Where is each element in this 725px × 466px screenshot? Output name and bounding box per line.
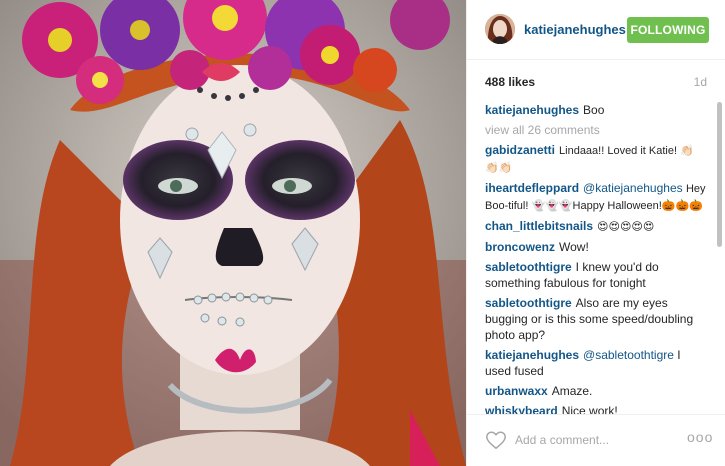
comment-item: sabletoothtigre I knew you'd do something…: [485, 259, 707, 291]
heart-icon[interactable]: [485, 429, 507, 451]
likes-count[interactable]: 488 likes: [485, 75, 535, 89]
comment-mention[interactable]: @sabletoothtigre: [583, 348, 674, 362]
comment-item: urbanwaxx Amaze.: [485, 383, 707, 399]
caption-username[interactable]: katiejanehughes: [485, 103, 579, 117]
comment-username[interactable]: broncowenz: [485, 240, 555, 254]
post-meta: 488 likes 1d: [485, 75, 707, 91]
post-header: katiejanehughes FOLLOWING: [467, 0, 725, 60]
comment-text: Wow!: [559, 240, 589, 254]
post-photo[interactable]: [0, 0, 466, 466]
photo-illustration: [0, 0, 466, 466]
post-details-panel: katiejanehughes FOLLOWING 488 likes 1d k…: [466, 0, 725, 466]
comment-item: sabletoothtigre Also are my eyes bugging …: [485, 295, 707, 343]
more-options-icon[interactable]: ooo: [687, 429, 712, 449]
comment-text: 😍😍😍😍😍: [597, 221, 655, 233]
comment-item: broncowenz Wow!: [485, 239, 707, 255]
post-author-username[interactable]: katiejanehughes: [524, 22, 626, 37]
comment-username[interactable]: iheartdefleppard: [485, 181, 579, 195]
comment-mention[interactable]: @katiejanehughes: [583, 181, 683, 195]
comment-username[interactable]: sabletoothtigre: [485, 296, 572, 310]
caption-text: Boo: [583, 103, 605, 117]
add-comment-input[interactable]: [515, 432, 675, 448]
comment-item: whiskybeard Nice work!: [485, 403, 707, 414]
comment-item: chan_littlebitsnails 😍😍😍😍😍: [485, 218, 707, 235]
caption: katiejanehughes Boo: [485, 102, 707, 118]
comment-text: Amaze.: [551, 384, 593, 398]
post-timestamp[interactable]: 1d: [694, 75, 707, 89]
comment-username[interactable]: katiejanehughes: [485, 348, 579, 362]
comment-item: gabidzanetti Lindaaa!! Loved it Katie! 👏🏻…: [485, 142, 707, 176]
following-button[interactable]: FOLLOWING: [627, 17, 709, 43]
comments-list: katiejanehughes Boo view all 26 comments …: [485, 102, 707, 414]
comment-username[interactable]: gabidzanetti: [485, 143, 555, 157]
comment-username[interactable]: chan_littlebitsnails: [485, 219, 593, 233]
scrollbar-thumb[interactable]: [717, 102, 722, 247]
comment-username[interactable]: urbanwaxx: [485, 384, 548, 398]
comment-item: katiejanehughes @sabletoothtigre I used f…: [485, 347, 707, 379]
comment-text: Nice work!: [561, 404, 618, 414]
avatar-image: [485, 14, 515, 44]
comment-item: iheartdefleppard @katiejanehughes Hey Boo…: [485, 180, 707, 214]
comment-username[interactable]: whiskybeard: [485, 404, 558, 414]
comment-username[interactable]: sabletoothtigre: [485, 260, 572, 274]
comment-bar: ooo: [467, 414, 725, 466]
avatar[interactable]: [485, 14, 515, 44]
comments-scrollbar[interactable]: [716, 100, 723, 414]
view-all-comments-link[interactable]: view all 26 comments: [485, 122, 707, 138]
